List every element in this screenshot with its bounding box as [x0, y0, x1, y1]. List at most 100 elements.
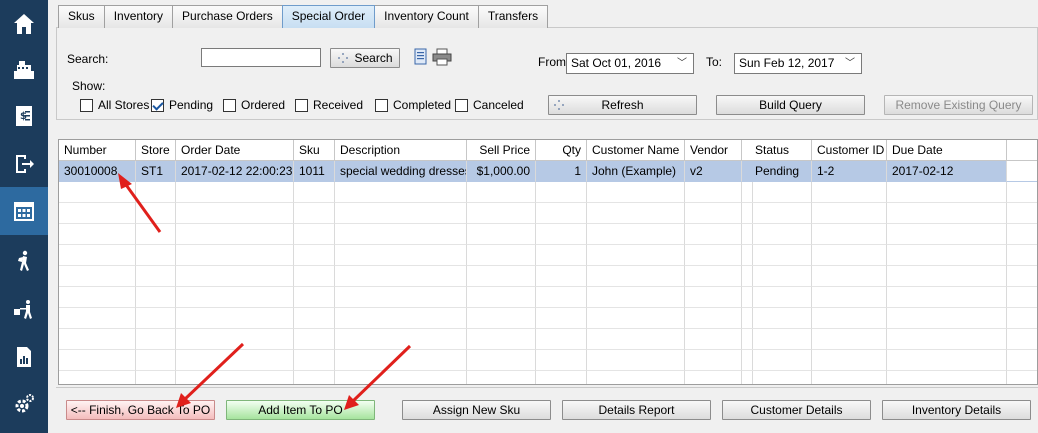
header-qty[interactable]: Qty [536, 140, 587, 161]
build-query-button[interactable]: Build Query [716, 95, 865, 115]
to-date-picker[interactable]: Sun Feb 12, 2017 ﹀ [734, 53, 862, 74]
filter-all-stores[interactable]: All Stores [80, 98, 149, 112]
cell-status [750, 287, 812, 308]
nav-settings[interactable] [0, 380, 48, 428]
nav-home[interactable] [0, 0, 48, 48]
tab-transfers[interactable]: Transfers [477, 5, 549, 28]
checkbox[interactable] [295, 98, 308, 112]
search-input[interactable] [201, 48, 321, 67]
filter-canceled[interactable]: Canceled [455, 98, 524, 112]
filter-label: All Stores [98, 98, 150, 112]
header-description[interactable]: Description [335, 140, 467, 161]
empty-row[interactable] [59, 203, 1037, 224]
header-order-date[interactable]: Order Date [176, 140, 294, 161]
cell-order-date [176, 329, 294, 350]
tab-special-order[interactable]: Special Order [281, 5, 376, 28]
tab-purchase-orders[interactable]: Purchase Orders [172, 5, 283, 28]
inventory-details-button[interactable]: Inventory Details [882, 400, 1031, 420]
checkbox[interactable] [375, 98, 388, 112]
nav-delivery[interactable] [0, 285, 48, 333]
nav-invoice[interactable]: $ [0, 92, 48, 140]
document-icon[interactable] [412, 48, 430, 66]
delivery-icon [14, 300, 32, 319]
checkbox[interactable] [223, 98, 236, 112]
nav-sign-out[interactable] [0, 140, 48, 188]
cell-qty: 1 [536, 161, 587, 182]
search-button[interactable]: Search [330, 48, 400, 68]
cell-qty [536, 182, 587, 203]
cell-status [750, 329, 812, 350]
empty-row[interactable] [59, 371, 1037, 384]
checkbox[interactable] [455, 98, 468, 112]
header-sell-price[interactable]: Sell Price [467, 140, 536, 161]
cell-sell-price [467, 182, 536, 203]
nav-register[interactable] [0, 46, 48, 94]
customer-details-button[interactable]: Customer Details [722, 400, 871, 420]
cell-description [335, 224, 467, 245]
empty-row[interactable] [59, 182, 1037, 203]
cell-order-date: 2017-02-12 22:00:23 [176, 161, 294, 182]
table-row[interactable]: 30010008 ST1 2017-02-12 22:00:23 1011 specia… [59, 161, 1037, 182]
filter-received[interactable]: Received [295, 98, 363, 112]
filter-ordered[interactable]: Ordered [223, 98, 285, 112]
nav-hiker[interactable] [0, 237, 48, 285]
cell-customer-id [812, 329, 887, 350]
empty-row[interactable] [59, 287, 1037, 308]
empty-row[interactable] [59, 329, 1037, 350]
remove-existing-query-button[interactable]: Remove Existing Query [884, 95, 1033, 115]
printer-icon[interactable] [432, 48, 452, 66]
cell-order-date [176, 245, 294, 266]
sparkle-icon [338, 53, 349, 63]
header-due-date[interactable]: Due Date [887, 140, 1007, 161]
cell-due-date [887, 329, 1007, 350]
special-orders-grid[interactable]: Number Store Order Date Sku Description Sell … [58, 139, 1038, 385]
checkbox[interactable] [80, 98, 93, 112]
empty-row[interactable] [59, 266, 1037, 287]
header-number[interactable]: Number [59, 140, 136, 161]
filter-completed[interactable]: Completed [375, 98, 451, 112]
report-icon [17, 347, 31, 367]
cell-due-date [887, 287, 1007, 308]
tab-skus[interactable]: Skus [58, 5, 105, 28]
cell-due-date [887, 308, 1007, 329]
cell-customer-id: 1-2 [812, 161, 887, 182]
header-sku[interactable]: Sku [294, 140, 335, 161]
cell-number [59, 224, 136, 245]
assign-new-sku-button[interactable]: Assign New Sku [402, 400, 551, 420]
cell-status [750, 182, 812, 203]
cell-order-date [176, 287, 294, 308]
cell-customer-name [587, 371, 685, 384]
invoice-icon: $ [16, 106, 32, 126]
cell-vendor [685, 182, 742, 203]
checkbox-checked[interactable] [151, 98, 164, 112]
nav-inventory[interactable] [0, 187, 48, 235]
cell-status [750, 245, 812, 266]
header-status[interactable]: Status [750, 140, 812, 161]
empty-row[interactable] [59, 224, 1037, 245]
empty-row[interactable] [59, 308, 1037, 329]
cell-store: ST1 [136, 161, 176, 182]
cell-due-date [887, 245, 1007, 266]
cell-store [136, 182, 176, 203]
header-customer-name[interactable]: Customer Name [587, 140, 685, 161]
cell-description [335, 287, 467, 308]
nav-reports[interactable] [0, 333, 48, 381]
filter-pending[interactable]: Pending [151, 98, 213, 112]
cell-status [750, 203, 812, 224]
header-store[interactable]: Store [136, 140, 176, 161]
from-date-picker[interactable]: Sat Oct 01, 2016 ﹀ [566, 53, 694, 74]
refresh-button[interactable]: Refresh [548, 95, 697, 115]
cell-sku: 1011 [294, 161, 335, 182]
details-report-button[interactable]: Details Report [562, 400, 711, 420]
empty-row[interactable] [59, 350, 1037, 371]
tab-inventory-count[interactable]: Inventory Count [374, 5, 479, 28]
finish-go-back-to-po-button[interactable]: <-- Finish, Go Back To PO [66, 400, 215, 420]
cell-number [59, 350, 136, 371]
add-item-to-po-button[interactable]: Add Item To PO [226, 400, 375, 420]
cell-customer-name [587, 350, 685, 371]
tab-inventory[interactable]: Inventory [103, 5, 174, 28]
header-customer-id[interactable]: Customer ID [812, 140, 887, 161]
header-vendor[interactable]: Vendor [685, 140, 742, 161]
empty-row[interactable] [59, 245, 1037, 266]
cell-sell-price [467, 371, 536, 384]
